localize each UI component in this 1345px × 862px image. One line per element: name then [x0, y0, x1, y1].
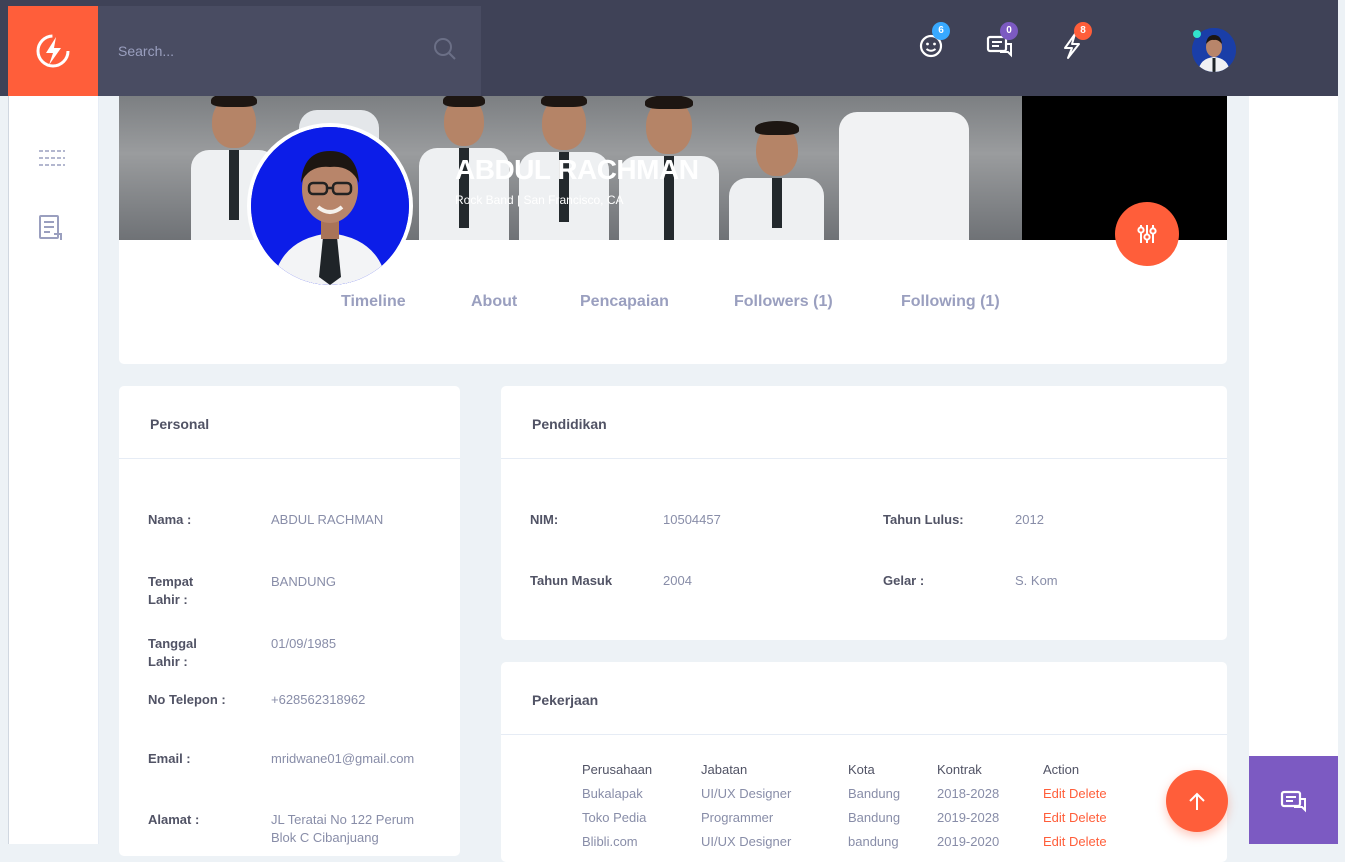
job-cell-perusahaan: Blibli.com — [582, 834, 638, 849]
search-bar — [98, 6, 481, 96]
profile-settings-button[interactable] — [1115, 202, 1179, 266]
search-icon[interactable] — [432, 36, 458, 62]
cover-person — [729, 121, 824, 240]
tempat-lahir-value: BANDUNG — [271, 574, 337, 589]
pekerjaan-title: Pekerjaan — [532, 692, 599, 708]
personal-title: Personal — [150, 416, 210, 432]
job-edit-delete-link[interactable]: Edit Delete — [1043, 834, 1107, 849]
friend-requests-button[interactable]: 6 — [918, 22, 950, 62]
messages-badge: 0 — [1000, 22, 1018, 40]
email-value: mridwane01@gmail.com — [271, 751, 415, 766]
tanggal-lahir-label: Tanggal Lahir : — [148, 636, 197, 669]
job-edit-delete-link[interactable]: Edit Delete — [1043, 810, 1107, 825]
tahun-masuk-value: 2004 — [663, 573, 692, 588]
menu-lines-icon[interactable] — [37, 148, 67, 168]
col-header-action: Action — [1043, 762, 1080, 777]
tab-timeline[interactable]: Timeline — [341, 293, 406, 311]
job-cell-jabatan: UI/UX Designer — [701, 834, 792, 849]
nim-label: NIM: — [530, 512, 559, 527]
open-chat-button[interactable] — [1249, 756, 1338, 844]
pendidikan-card: Pendidikan NIM: 10504457 Tahun Lulus: 20… — [501, 386, 1227, 640]
job-edit-delete-link[interactable]: Edit Delete — [1043, 786, 1107, 801]
left-sidebar — [8, 96, 99, 844]
tab-followers[interactable]: Followers (1) — [734, 293, 833, 311]
personal-card: Personal Nama : ABDUL RACHMAN Tempat Lah… — [119, 386, 460, 856]
friends-badge: 6 — [932, 22, 950, 40]
profile-header-card: ABDUL RACHMAN Rock Band | San Francisco,… — [119, 96, 1227, 364]
messages-button[interactable]: 0 — [986, 22, 1018, 62]
job-cell-perusahaan: Bukalapak — [582, 786, 643, 801]
pendidikan-title: Pendidikan — [532, 416, 607, 432]
tab-pencapaian[interactable]: Pencapaian — [580, 293, 669, 311]
gelar-value: S. Kom — [1015, 573, 1058, 588]
email-label: Email : — [148, 751, 191, 766]
job-cell-kontrak: 2018-2028 — [937, 786, 1000, 801]
profile-avatar[interactable] — [247, 123, 413, 289]
lightning-logo-icon — [36, 34, 70, 68]
job-cell-perusahaan: Toko Pedia — [582, 810, 647, 825]
arrow-up-icon — [1189, 792, 1205, 810]
col-header-kontrak: Kontrak — [937, 762, 982, 777]
nama-value: ABDUL RACHMAN — [271, 512, 384, 527]
chat-bubble-icon — [1280, 790, 1306, 813]
col-header-perusahaan: Perusahaan — [582, 762, 653, 777]
tahun-lulus-value: 2012 — [1015, 512, 1044, 527]
notifications-button[interactable]: 8 — [1060, 22, 1092, 62]
pendidikan-card-header: Pendidikan — [501, 386, 1227, 459]
job-cell-jabatan: Programmer — [701, 810, 774, 825]
col-header-jabatan: Jabatan — [701, 762, 748, 777]
no-telepon-label: No Telepon : — [148, 692, 226, 707]
job-cell-jabatan: UI/UX Designer — [701, 786, 792, 801]
right-sidebar — [1249, 96, 1338, 756]
pekerjaan-card: Pekerjaan Perusahaan Jabatan Kota Kontra… — [501, 662, 1227, 862]
profile-name: ABDUL RACHMAN — [455, 154, 699, 185]
gelar-label: Gelar : — [883, 573, 925, 588]
tahun-masuk-label: Tahun Masuk — [530, 573, 613, 588]
job-cell-kontrak: 2019-2020 — [937, 834, 1000, 849]
job-cell-kontrak: 2019-2028 — [937, 810, 1000, 825]
pekerjaan-card-header: Pekerjaan — [501, 662, 1227, 735]
job-cell-kota: Bandung — [848, 786, 901, 801]
online-status-dot — [1193, 30, 1201, 38]
alamat-value: JL Teratai No 122 Perum Blok C Cibanjuan… — [271, 812, 415, 845]
page-edge — [8, 96, 9, 844]
alamat-label: Alamat : — [148, 812, 200, 827]
search-input[interactable] — [116, 38, 420, 64]
cover-person — [839, 110, 969, 240]
tempat-lahir-label: Tempat Lahir : — [148, 574, 194, 607]
profile-avatar-photo — [251, 127, 409, 285]
nim-value: 10504457 — [663, 512, 721, 527]
logo[interactable] — [8, 6, 98, 96]
newsfeed-icon[interactable] — [37, 214, 63, 242]
job-cell-kota: bandung — [848, 834, 899, 849]
tahun-lulus-label: Tahun Lulus: — [883, 512, 964, 527]
scroll-top-button[interactable] — [1166, 770, 1228, 832]
job-cell-kota: Bandung — [848, 810, 901, 825]
profile-subtitle: Rock Band | San Francisco, CA — [455, 193, 624, 207]
col-header-kota: Kota — [848, 762, 875, 777]
notifications-badge: 8 — [1074, 22, 1092, 40]
nama-label: Nama : — [148, 512, 192, 527]
tab-about[interactable]: About — [471, 293, 517, 311]
no-telepon-value: +628562318962 — [271, 692, 366, 707]
personal-card-header: Personal — [119, 386, 460, 459]
sliders-icon — [1137, 225, 1157, 243]
tab-following[interactable]: Following (1) — [901, 293, 1000, 311]
tanggal-lahir-value: 01/09/1985 — [271, 636, 337, 651]
